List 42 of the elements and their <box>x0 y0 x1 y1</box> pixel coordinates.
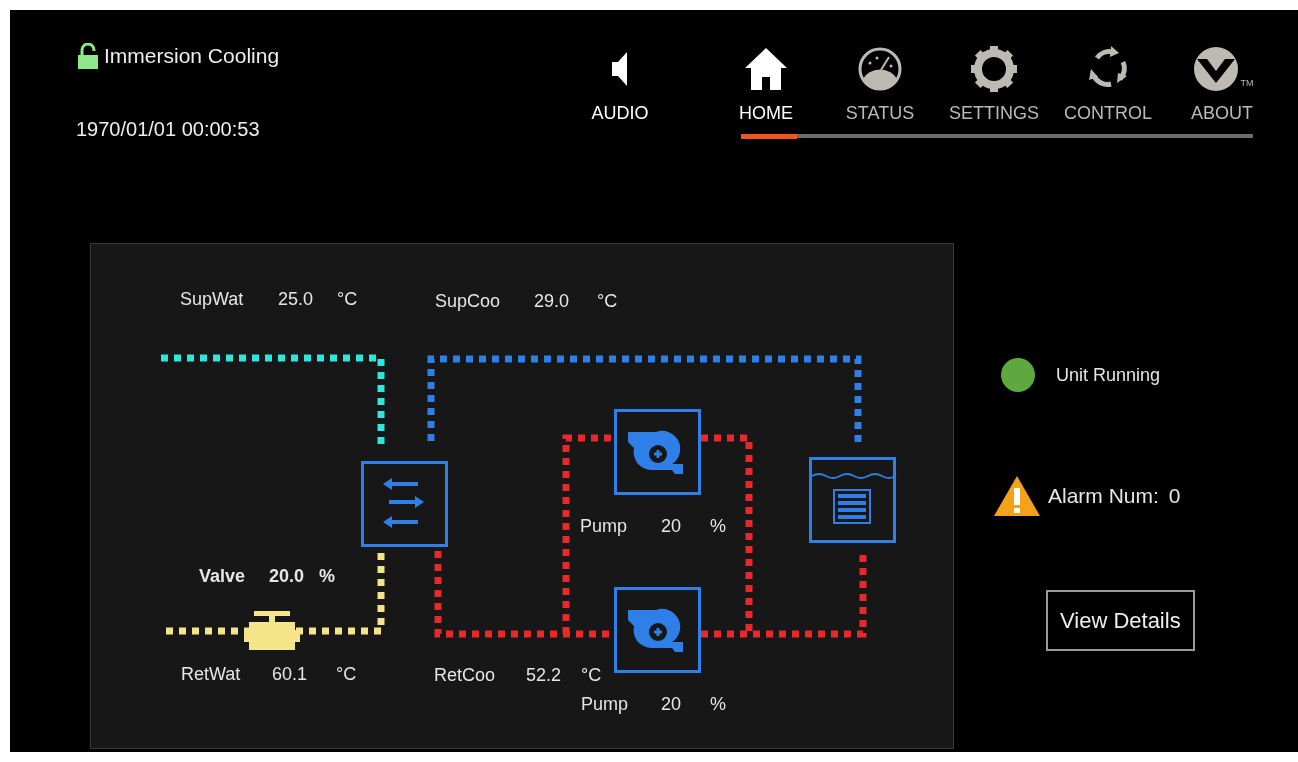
reading-value: 25.0 <box>278 288 314 310</box>
pump-icon <box>614 409 701 495</box>
valve-icon <box>244 611 300 650</box>
reading-value: 52.2 <box>526 664 562 686</box>
unit-label: °C <box>337 288 358 310</box>
pump-value: 20 <box>661 515 682 537</box>
pump-icon <box>614 587 701 673</box>
reading-label: SupCoo <box>435 290 501 312</box>
heat-exchanger-icon <box>361 461 448 547</box>
status-text: Unit Running <box>1056 364 1161 386</box>
nav-tab[interactable]: CONTROL <box>1051 44 1165 124</box>
unit-label: % <box>710 515 726 537</box>
unit-label: °C <box>581 664 602 686</box>
reading-label: Valve <box>199 565 246 587</box>
tank-icon <box>809 457 897 543</box>
alarm-label: Alarm Num: <box>1048 485 1159 507</box>
trademark-text: TM <box>1240 76 1254 90</box>
view-details-button[interactable]: View Details <box>1046 590 1195 651</box>
pump-value: 20 <box>661 693 682 715</box>
nav-tab[interactable]: TM ABOUT <box>1165 44 1279 124</box>
alarm-count: 0 <box>1168 485 1181 507</box>
app-title: Immersion Cooling <box>104 43 280 69</box>
reading-label: RetWat <box>181 663 241 685</box>
unit-label: °C <box>336 663 357 685</box>
unit-label: % <box>710 693 726 715</box>
reading-value: 60.1 <box>272 663 308 685</box>
datetime-text: 1970/01/01 00:00:53 <box>76 116 261 142</box>
reading-label: RetCoo <box>434 664 496 686</box>
unit-label: % <box>319 565 335 587</box>
speaker-icon <box>612 52 628 86</box>
reading-label: SupWat <box>180 288 244 310</box>
nav-tab[interactable]: SETTINGS <box>937 44 1051 124</box>
pump-label: Pump <box>580 515 628 537</box>
nav-tab[interactable]: STATUS <box>823 44 937 124</box>
reading-value: 29.0 <box>534 290 570 312</box>
nav-tab[interactable]: HOME <box>709 44 823 124</box>
warning-icon <box>992 474 1042 518</box>
pump-label: Pump <box>581 693 629 715</box>
audio-button[interactable]: AUDIO <box>563 44 677 243</box>
unit-label: °C <box>597 290 618 312</box>
reading-value: 20.0 <box>269 565 305 587</box>
gear-icon <box>969 44 1019 94</box>
